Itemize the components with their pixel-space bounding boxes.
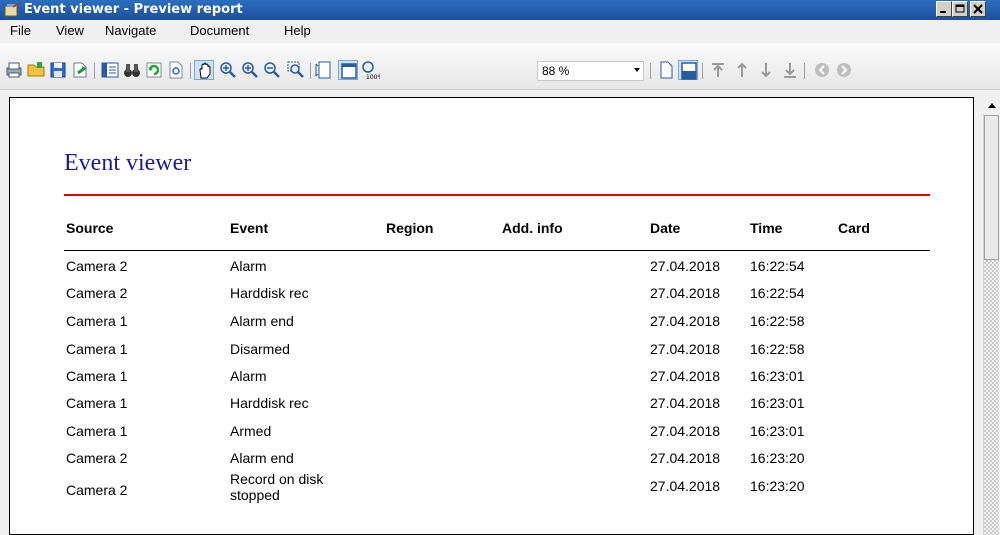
cell-event: Alarm end	[230, 313, 294, 329]
cell-event-line: stopped	[230, 487, 280, 503]
scrollbar-thumb[interactable]	[984, 115, 999, 260]
menu-file[interactable]: File	[10, 23, 31, 38]
zoom-select[interactable]: 88 %	[537, 61, 644, 81]
cell-source: Camera 1	[66, 423, 128, 439]
continuous-page-icon[interactable]	[678, 60, 698, 80]
cell-time: 16:23:01	[750, 368, 805, 384]
header-divider	[64, 250, 930, 251]
cell-event: Harddisk rec	[230, 285, 309, 301]
zoom-area-icon[interactable]	[286, 60, 306, 80]
zoom-out-icon[interactable]	[262, 60, 282, 80]
page-setup-icon[interactable]	[166, 60, 186, 80]
page-width-icon[interactable]	[314, 60, 334, 80]
cell-time: 16:23:01	[750, 395, 805, 411]
maximize-button[interactable]	[952, 1, 968, 17]
toolbar-separator	[190, 63, 191, 79]
cell-date: 27.04.2018	[650, 285, 721, 301]
cell-source: Camera 2	[66, 285, 128, 301]
scrollbar-track[interactable]	[984, 260, 999, 535]
cell-time: 16:22:54	[750, 285, 805, 301]
first-page-icon[interactable]	[708, 60, 728, 80]
menu-navigate[interactable]: Navigate	[105, 23, 156, 38]
last-page-icon[interactable]	[780, 60, 800, 80]
report-title: Event viewer	[64, 150, 192, 176]
menu-view[interactable]: View	[56, 23, 84, 38]
minimize-button[interactable]	[936, 1, 952, 17]
zoom-value: 88 %	[542, 64, 570, 78]
cell-source: Camera 1	[66, 368, 128, 384]
scroll-up-arrow-icon[interactable]	[983, 97, 1000, 114]
chevron-down-icon	[634, 68, 640, 72]
zoom-in-icon[interactable]	[218, 60, 238, 80]
column-header-region: Region	[386, 220, 434, 236]
toolbar-separator	[804, 63, 805, 79]
toolbar-separator	[310, 63, 311, 79]
print-icon[interactable]	[4, 60, 24, 80]
refresh-icon[interactable]	[144, 60, 164, 80]
window-title: Event viewer - Preview report	[24, 2, 243, 17]
toolbar-separator	[702, 63, 703, 79]
cell-source: Camera 1	[66, 313, 128, 329]
whole-page-icon[interactable]	[338, 60, 358, 80]
cell-time: 16:22:58	[750, 341, 805, 357]
back-icon[interactable]	[812, 60, 832, 80]
cell-source: Camera 1	[66, 395, 128, 411]
save-icon[interactable]	[48, 60, 68, 80]
cell-date: 27.04.2018	[650, 423, 721, 439]
cell-event: Alarm	[230, 258, 267, 274]
cell-event: Alarm	[230, 368, 267, 384]
cell-source: Camera 2	[66, 450, 128, 466]
single-page-icon[interactable]	[656, 60, 676, 80]
app-icon	[4, 3, 20, 17]
menu-document[interactable]: Document	[190, 23, 249, 38]
cell-time: 16:23:20	[750, 478, 805, 494]
zoom-100-icon[interactable]: 100%	[360, 60, 380, 80]
cell-event: Armed	[230, 423, 272, 439]
cell-date: 27.04.2018	[650, 450, 721, 466]
column-header-date: Date	[650, 220, 681, 236]
cell-date: 27.04.2018	[650, 395, 721, 411]
title-bar: Event viewer - Preview report	[0, 0, 1000, 21]
cell-date: 27.04.2018	[650, 313, 721, 329]
open-folder-icon[interactable]	[26, 60, 46, 80]
menu-bar: File View Navigate Document Help	[0, 20, 1000, 42]
column-header-card: Card	[838, 220, 870, 236]
cell-date: 27.04.2018	[650, 258, 721, 274]
cell-time: 16:23:20	[750, 450, 805, 466]
column-header-add-info: Add. info	[502, 220, 563, 236]
close-button[interactable]	[970, 1, 986, 17]
cell-source: Camera 1	[66, 341, 128, 357]
cell-time: 16:22:54	[750, 258, 805, 274]
cell-event: Alarm end	[230, 450, 294, 466]
toolbar-separator	[650, 63, 651, 79]
cell-event: Harddisk rec	[230, 395, 309, 411]
column-header-time: Time	[750, 220, 783, 236]
cell-event-line: Record on disk	[230, 471, 324, 487]
toolbar-separator	[94, 63, 95, 79]
cell-time: 16:22:58	[750, 313, 805, 329]
cell-time: 16:23:01	[750, 423, 805, 439]
export-icon[interactable]	[70, 60, 90, 80]
outline-icon[interactable]	[100, 60, 120, 80]
find-binoculars-icon[interactable]	[122, 60, 142, 80]
next-page-icon[interactable]	[756, 60, 776, 80]
cell-date: 27.04.2018	[650, 341, 721, 357]
svg-text:100%: 100%	[366, 74, 380, 80]
cell-date: 27.04.2018	[650, 368, 721, 384]
column-header-source: Source	[66, 220, 114, 236]
cell-source: Camera 2	[66, 482, 128, 498]
zoom-plus-icon[interactable]	[240, 60, 260, 80]
cell-source: Camera 2	[66, 258, 128, 274]
title-divider	[64, 194, 930, 196]
forward-icon[interactable]	[834, 60, 854, 80]
hand-pan-icon[interactable]	[194, 60, 214, 80]
cell-event: Record on disk stopped	[230, 471, 323, 503]
menu-help[interactable]: Help	[284, 23, 311, 38]
previous-page-icon[interactable]	[732, 60, 752, 80]
cell-event: Disarmed	[230, 341, 290, 357]
cell-date: 27.04.2018	[650, 478, 721, 494]
column-header-event: Event	[230, 220, 269, 236]
